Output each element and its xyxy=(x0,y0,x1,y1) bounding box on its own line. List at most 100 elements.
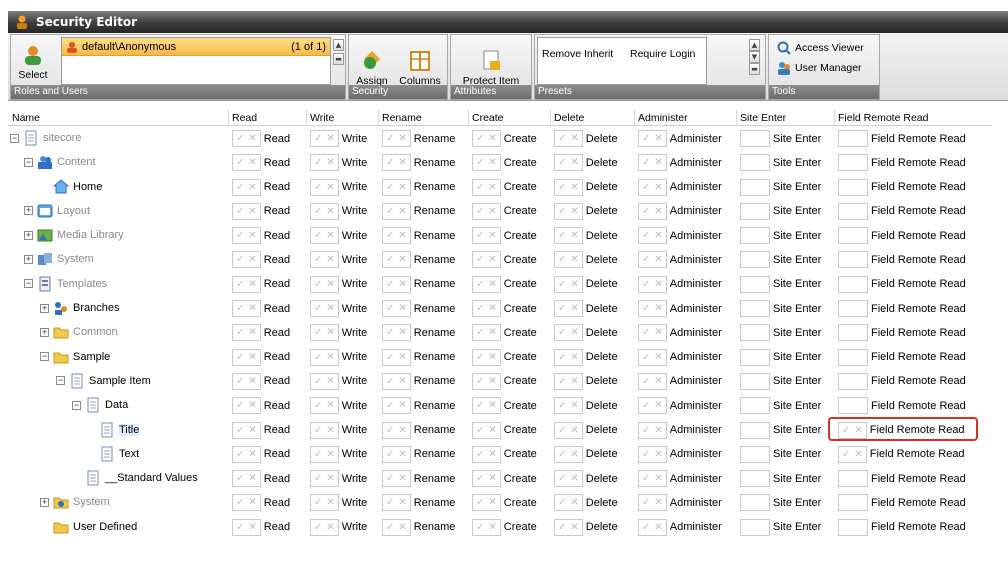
deny-x-icon[interactable]: ✕ xyxy=(398,376,406,387)
permission-cell-read[interactable]: ✓ ✕ Read xyxy=(232,518,290,536)
allow-check-icon[interactable]: ✓ xyxy=(558,497,566,508)
allow-check-icon[interactable]: ✓ xyxy=(236,279,244,290)
allow-check-icon[interactable]: ✓ xyxy=(642,376,650,387)
allow-check-icon[interactable]: ✓ xyxy=(642,303,650,314)
deny-x-icon[interactable]: ✕ xyxy=(570,133,578,144)
allow-check-icon[interactable]: ✓ xyxy=(314,497,322,508)
allow-check-icon[interactable]: ✓ xyxy=(386,376,394,387)
permission-toggle[interactable] xyxy=(838,397,868,415)
allow-check-icon[interactable]: ✓ xyxy=(314,303,322,314)
allow-check-icon[interactable]: ✓ xyxy=(236,352,244,363)
tree-node[interactable]: Title xyxy=(86,418,140,442)
permission-toggle[interactable] xyxy=(838,130,868,147)
permission-cell-rename[interactable]: ✓ ✕ Rename xyxy=(382,324,455,342)
permission-toggle[interactable]: ✓ ✕ xyxy=(472,372,501,390)
allow-check-icon[interactable]: ✓ xyxy=(386,522,394,533)
permission-toggle[interactable]: ✓ ✕ xyxy=(310,348,339,366)
permission-cell-write[interactable]: ✓ ✕ Write xyxy=(310,421,367,439)
deny-x-icon[interactable]: ✕ xyxy=(570,400,578,411)
deny-x-icon[interactable]: ✕ xyxy=(654,182,662,193)
permission-toggle[interactable]: ✓ ✕ xyxy=(472,518,501,536)
permission-cell-create[interactable]: ✓ ✕ Create xyxy=(472,348,537,366)
permission-toggle[interactable]: ✓ ✕ xyxy=(638,130,667,147)
allow-check-icon[interactable]: ✓ xyxy=(476,425,484,436)
deny-x-icon[interactable]: ✕ xyxy=(488,279,496,290)
allow-check-icon[interactable]: ✓ xyxy=(558,400,566,411)
allow-check-icon[interactable]: ✓ xyxy=(558,522,566,533)
deny-x-icon[interactable]: ✕ xyxy=(248,522,256,533)
allow-check-icon[interactable]: ✓ xyxy=(236,327,244,338)
allow-check-icon[interactable]: ✓ xyxy=(558,327,566,338)
permission-toggle[interactable]: ✓ ✕ xyxy=(472,470,501,488)
permission-cell-field-remote-read[interactable]: Field Remote Read xyxy=(838,397,966,415)
permission-toggle[interactable]: ✓ ✕ xyxy=(310,518,339,536)
permission-cell-write[interactable]: ✓ ✕ Write xyxy=(310,227,367,245)
column-separator[interactable] xyxy=(228,110,229,126)
permission-toggle[interactable]: ✓ ✕ xyxy=(554,202,583,220)
deny-x-icon[interactable]: ✕ xyxy=(570,327,578,338)
permission-toggle[interactable]: ✓ ✕ xyxy=(310,445,339,463)
allow-check-icon[interactable]: ✓ xyxy=(642,182,650,193)
permission-cell-site-enter[interactable]: Site Enter xyxy=(740,397,821,415)
allow-check-icon[interactable]: ✓ xyxy=(386,254,394,265)
permission-cell-site-enter[interactable]: Site Enter xyxy=(740,518,821,536)
permission-toggle[interactable]: ✓ ✕ xyxy=(232,275,261,293)
permission-cell-read[interactable]: ✓ ✕ Read xyxy=(232,178,290,196)
allow-check-icon[interactable]: ✓ xyxy=(386,279,394,290)
permission-cell-create[interactable]: ✓ ✕ Create xyxy=(472,421,537,439)
allow-check-icon[interactable]: ✓ xyxy=(558,157,566,168)
permission-toggle[interactable]: ✓ ✕ xyxy=(472,445,501,463)
deny-x-icon[interactable]: ✕ xyxy=(398,327,406,338)
permission-cell-site-enter[interactable]: Site Enter xyxy=(740,421,821,439)
table-row[interactable]: Text ✓ ✕ Read ✓ ✕ Write ✓ ✕ Rename ✓ ✕ Create ✓ ✕ Delet… xyxy=(8,442,992,466)
permission-toggle[interactable] xyxy=(838,154,868,172)
allow-check-icon[interactable]: ✓ xyxy=(476,133,484,144)
permission-toggle[interactable] xyxy=(838,324,868,342)
deny-x-icon[interactable]: ✕ xyxy=(654,425,662,436)
allow-check-icon[interactable]: ✓ xyxy=(558,254,566,265)
permission-toggle[interactable]: ✓ ✕ xyxy=(838,445,867,463)
permission-cell-site-enter[interactable]: Site Enter xyxy=(740,130,821,147)
expand-icon[interactable]: + xyxy=(40,327,49,337)
deny-x-icon[interactable]: ✕ xyxy=(654,327,662,338)
permission-toggle[interactable]: ✓ ✕ xyxy=(638,421,667,439)
deny-x-icon[interactable]: ✕ xyxy=(326,376,334,387)
deny-x-icon[interactable]: ✕ xyxy=(398,449,406,460)
selected-user-item[interactable]: default\Anonymous (1 of 1) xyxy=(62,38,330,56)
permission-cell-site-enter[interactable]: Site Enter xyxy=(740,494,821,512)
permission-toggle[interactable]: ✓ ✕ xyxy=(232,494,261,512)
deny-x-icon[interactable]: ✕ xyxy=(248,327,256,338)
deny-x-icon[interactable]: ✕ xyxy=(326,352,334,363)
permission-toggle[interactable] xyxy=(740,300,770,318)
allow-check-icon[interactable]: ✓ xyxy=(476,327,484,338)
permission-cell-delete[interactable]: ✓ ✕ Delete xyxy=(554,178,618,196)
deny-x-icon[interactable]: ✕ xyxy=(570,157,578,168)
deny-x-icon[interactable]: ✕ xyxy=(398,473,406,484)
permission-cell-delete[interactable]: ✓ ✕ Delete xyxy=(554,518,618,536)
permission-cell-site-enter[interactable]: Site Enter xyxy=(740,251,821,269)
column-separator[interactable] xyxy=(306,110,307,126)
allow-check-icon[interactable]: ✓ xyxy=(476,376,484,387)
table-row[interactable]: + System ✓ ✕ Read ✓ ✕ Write ✓ ✕ Rename ✓ ✕ Create ✓ ✕ De… xyxy=(8,490,992,514)
permission-toggle[interactable]: ✓ ✕ xyxy=(382,178,411,196)
permission-cell-administer[interactable]: ✓ ✕ Administer xyxy=(638,202,722,220)
allow-check-icon[interactable]: ✓ xyxy=(558,279,566,290)
deny-x-icon[interactable]: ✕ xyxy=(488,522,496,533)
permission-toggle[interactable] xyxy=(838,300,868,318)
permission-cell-create[interactable]: ✓ ✕ Create xyxy=(472,130,537,147)
allow-check-icon[interactable]: ✓ xyxy=(642,230,650,241)
deny-x-icon[interactable]: ✕ xyxy=(326,400,334,411)
allow-check-icon[interactable]: ✓ xyxy=(642,133,650,144)
allow-check-icon[interactable]: ✓ xyxy=(386,497,394,508)
allow-check-icon[interactable]: ✓ xyxy=(314,352,322,363)
permission-cell-field-remote-read[interactable]: Field Remote Read xyxy=(838,202,966,220)
permission-cell-rename[interactable]: ✓ ✕ Rename xyxy=(382,251,455,269)
permission-toggle[interactable]: ✓ ✕ xyxy=(310,275,339,293)
permission-cell-rename[interactable]: ✓ ✕ Rename xyxy=(382,397,455,415)
allow-check-icon[interactable]: ✓ xyxy=(386,425,394,436)
deny-x-icon[interactable]: ✕ xyxy=(570,206,578,217)
allow-check-icon[interactable]: ✓ xyxy=(558,449,566,460)
permission-cell-site-enter[interactable]: Site Enter xyxy=(740,300,821,318)
permission-toggle[interactable]: ✓ ✕ xyxy=(232,202,261,220)
table-row[interactable]: Home ✓ ✕ Read ✓ ✕ Write ✓ ✕ Rename ✓ ✕ Create ✓ ✕ Delet… xyxy=(8,175,992,199)
